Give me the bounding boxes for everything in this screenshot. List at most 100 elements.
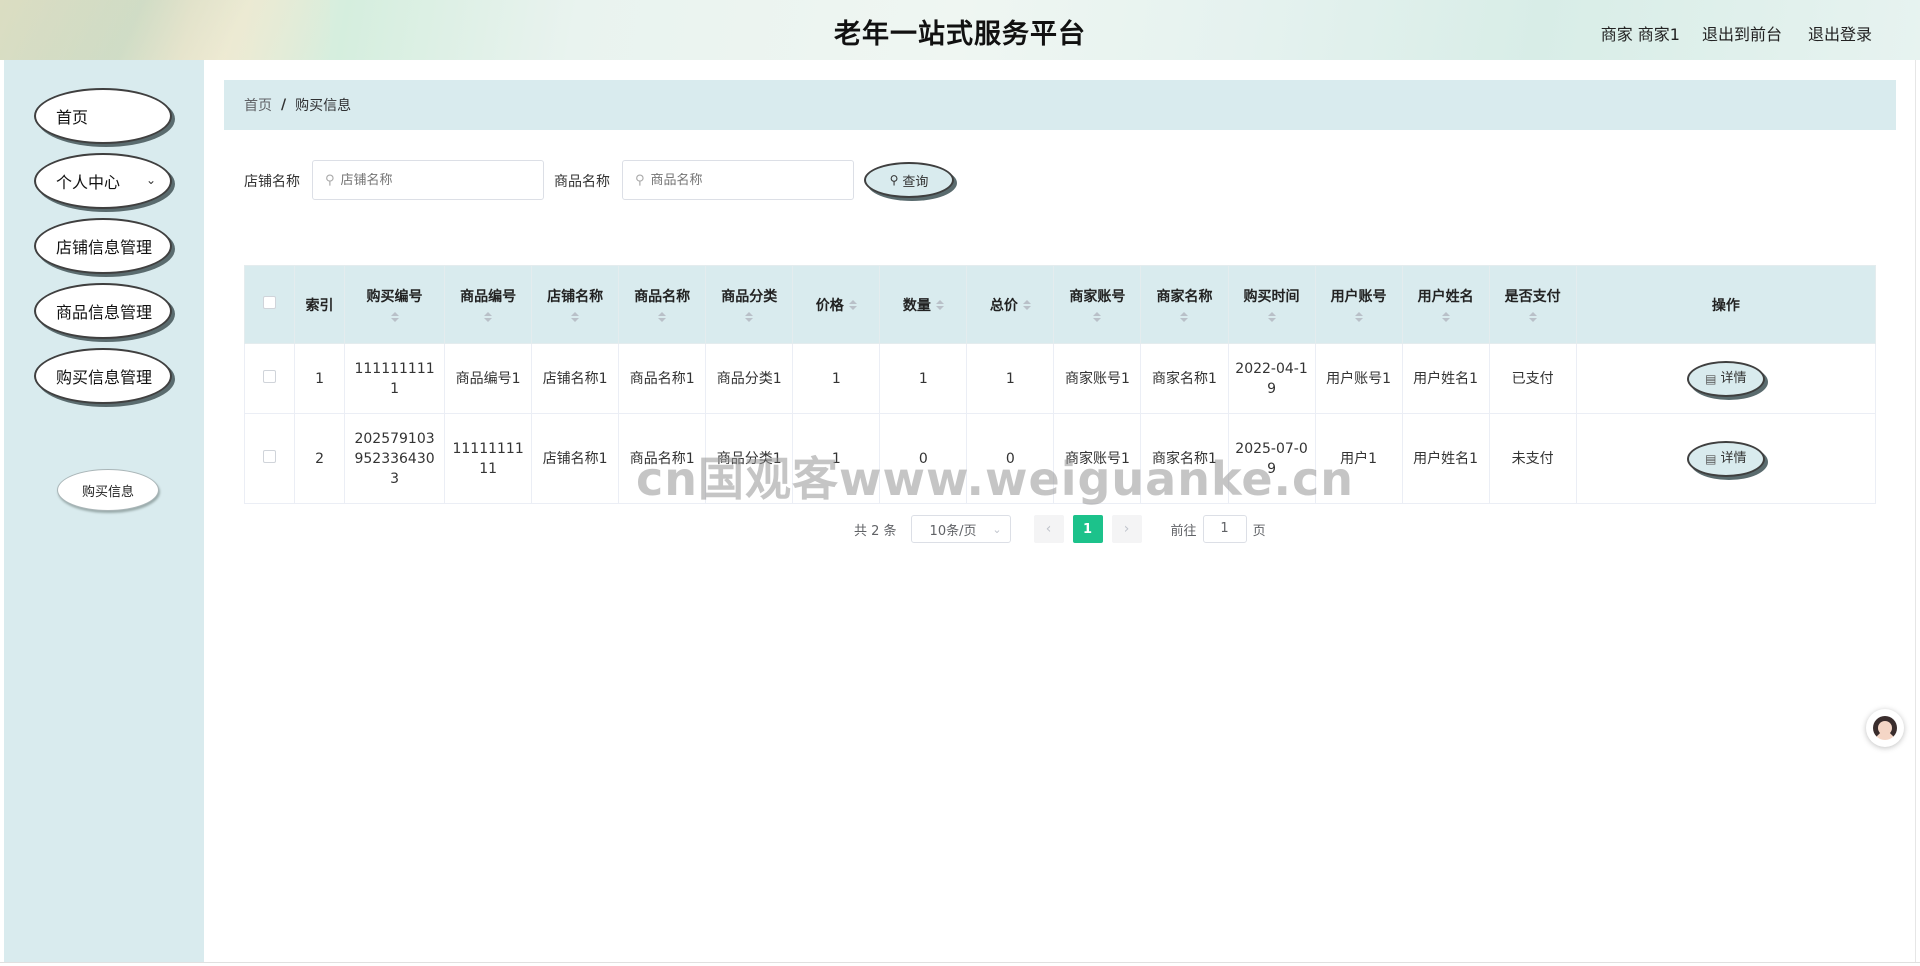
table-row: 1 1111111111 商品编号1 店铺名称1 商品名称1 商品分类1 1 1…: [243, 343, 1877, 414]
select-all-cell: [243, 265, 296, 344]
cell-user-account: 用户账号1: [1314, 343, 1403, 414]
total-count: 共 2 条: [854, 523, 897, 539]
row-checkbox[interactable]: [263, 369, 276, 383]
column-header[interactable]: 购买时间: [1227, 265, 1316, 344]
sort-icon[interactable]: [1354, 311, 1363, 324]
search-icon: ⚲: [635, 172, 645, 188]
column-header[interactable]: 购买编号: [344, 265, 446, 344]
assistant-avatar[interactable]: [1866, 709, 1904, 747]
column-header[interactable]: 商品分类: [705, 265, 794, 344]
sort-icon[interactable]: [1441, 311, 1450, 324]
cell-purchase-no: 1111111111: [344, 343, 446, 414]
sort-icon[interactable]: [1180, 311, 1189, 324]
detail-button-label: 详情: [1720, 370, 1747, 386]
purchase-table: 索引 购买编号 商品编号 店铺名称 商品名称 商品分类 价格 数量 总价 商家账…: [243, 265, 1877, 504]
sort-icon[interactable]: [484, 311, 493, 324]
goto-page-input[interactable]: 1: [1202, 515, 1247, 543]
cell-merchant-name: 商家名称1: [1140, 343, 1229, 414]
column-header[interactable]: 总价: [966, 265, 1055, 344]
cell-user-name: 用户姓名1: [1401, 413, 1490, 504]
cell-purchase-no: 2025791039523364303: [344, 413, 446, 504]
sort-icon[interactable]: [390, 311, 399, 324]
sort-icon[interactable]: [1093, 311, 1102, 324]
cell-shop-name: 店铺名称1: [531, 343, 620, 414]
next-page-button[interactable]: ›: [1111, 515, 1142, 543]
chevron-down-icon: ⌄: [992, 522, 1002, 536]
prev-page-button[interactable]: ‹: [1033, 515, 1064, 543]
cell-product-name: 商品名称1: [618, 413, 707, 504]
detail-button-label: 详情: [1720, 450, 1747, 466]
cell-user-name: 用户姓名1: [1401, 343, 1490, 414]
column-header[interactable]: 商品编号: [444, 265, 533, 344]
cell-price: 1: [792, 343, 881, 414]
document-icon: ▤: [1705, 371, 1717, 386]
top-header: 老年一站式服务平台 商家 商家1 退出到前台 退出登录: [0, 0, 1920, 60]
cell-paid-status: 未支付: [1488, 413, 1577, 504]
sidebar-item-personal-center[interactable]: 个人中心 ⌄: [34, 153, 172, 209]
document-icon: ▤: [1705, 451, 1717, 466]
sort-icon[interactable]: [658, 311, 667, 324]
cell-shop-name: 店铺名称1: [531, 413, 620, 504]
sort-icon[interactable]: [1528, 311, 1537, 324]
sort-icon[interactable]: [1022, 299, 1031, 312]
sort-icon[interactable]: [848, 299, 857, 312]
avatar-icon: [1873, 716, 1897, 740]
sidebar-item-product-management[interactable]: 商品信息管理: [34, 283, 172, 339]
sidebar-item-label: 商品信息管理: [56, 303, 153, 322]
page-number-current[interactable]: 1: [1072, 515, 1103, 543]
column-header: 索引: [294, 265, 346, 344]
column-header[interactable]: 用户姓名: [1401, 265, 1490, 344]
column-header: 操作: [1575, 265, 1877, 344]
page-size-select[interactable]: 10条/页 ⌄: [910, 515, 1011, 543]
column-header[interactable]: 商品名称: [618, 265, 707, 344]
cell-index: 2: [294, 413, 346, 504]
cell-quantity: 1: [879, 343, 968, 414]
search-icon: ⚲: [889, 173, 899, 187]
column-header[interactable]: 店铺名称: [531, 265, 620, 344]
sort-icon[interactable]: [935, 299, 944, 312]
cell-purchase-time: 2025-07-09: [1227, 413, 1316, 504]
detail-button[interactable]: ▤ 详情: [1686, 440, 1765, 477]
chevron-down-icon: ⌄: [145, 173, 156, 187]
breadcrumb: 首页 / 购买信息: [224, 80, 1896, 130]
shop-name-label: 店铺名称: [244, 174, 300, 190]
table-row: 2 2025791039523364303 1111111111 店铺名称1 商…: [243, 413, 1877, 504]
back-to-front-link[interactable]: 退出到前台: [1702, 21, 1782, 45]
cell-quantity: 0: [879, 413, 968, 504]
logout-link[interactable]: 退出登录: [1808, 21, 1872, 45]
shop-name-search-field[interactable]: ⚲: [312, 160, 544, 200]
sort-icon[interactable]: [745, 311, 754, 324]
column-header[interactable]: 数量: [879, 265, 968, 344]
cell-product-no: 1111111111: [444, 413, 533, 504]
sidebar-item-home[interactable]: 首页: [34, 88, 172, 144]
cell-product-category: 商品分类1: [705, 413, 794, 504]
cell-merchant-name: 商家名称1: [1140, 413, 1229, 504]
sidebar-subitem-purchase-info[interactable]: 购买信息: [57, 469, 159, 511]
cell-index: 1: [294, 343, 346, 414]
sidebar-item-purchase-management[interactable]: 购买信息管理: [34, 348, 172, 404]
product-name-input[interactable]: [650, 172, 831, 188]
column-header[interactable]: 商家账号: [1053, 265, 1142, 344]
detail-button[interactable]: ▤ 详情: [1686, 360, 1765, 397]
product-name-search-field[interactable]: ⚲: [622, 160, 854, 200]
select-all-checkbox[interactable]: [263, 296, 276, 309]
breadcrumb-current: 购买信息: [295, 98, 352, 114]
page-size-value: 10条/页: [929, 523, 977, 539]
shop-name-input[interactable]: [340, 172, 521, 188]
table-header-row: 索引 购买编号 商品编号 店铺名称 商品名称 商品分类 价格 数量 总价 商家账…: [243, 265, 1877, 344]
column-header[interactable]: 商家名称: [1140, 265, 1229, 344]
row-checkbox[interactable]: [263, 449, 276, 463]
breadcrumb-home[interactable]: 首页: [244, 95, 272, 115]
sort-icon[interactable]: [1267, 311, 1276, 324]
query-button[interactable]: ⚲ 查询: [864, 162, 954, 198]
sort-icon[interactable]: [571, 311, 580, 324]
goto-label: 前往: [1170, 523, 1197, 539]
sidebar-item-shop-management[interactable]: 店铺信息管理: [34, 218, 172, 274]
pagination: 共 2 条 10条/页 ⌄ ‹ 1 › 前往 1 页: [854, 514, 1266, 544]
column-header[interactable]: 是否支付: [1488, 265, 1577, 344]
column-header[interactable]: 用户账号: [1314, 265, 1403, 344]
cell-product-name: 商品名称1: [618, 343, 707, 414]
column-header[interactable]: 价格: [792, 265, 881, 344]
cell-user-account: 用户1: [1314, 413, 1403, 504]
cell-merchant-account: 商家账号1: [1053, 413, 1142, 504]
